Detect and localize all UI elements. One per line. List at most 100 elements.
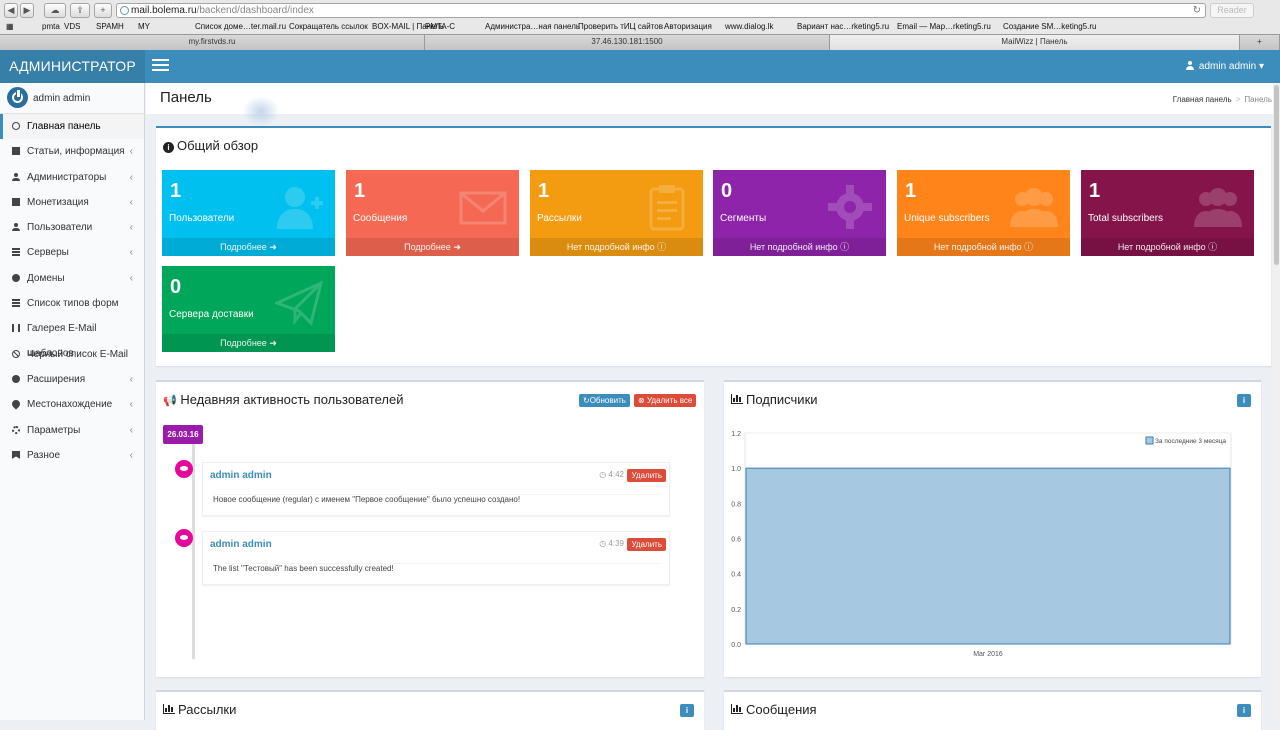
sidebar-item[interactable]: Пользователи ‹ bbox=[0, 215, 144, 240]
breadcrumb: Главная панель > Панель bbox=[1173, 95, 1272, 104]
comment-icon bbox=[175, 460, 193, 478]
icloud-icon[interactable]: ☁ bbox=[44, 3, 66, 18]
timeline-delete-button[interactable]: Удалить bbox=[627, 469, 666, 482]
bookmark-item[interactable]: Проверить тИЦ сайтов bbox=[578, 20, 663, 33]
tile-footer-link[interactable]: Нет подробной инфо ⓘ bbox=[897, 238, 1070, 256]
reader-button[interactable]: Reader bbox=[1210, 3, 1254, 18]
menu-toggle-icon[interactable] bbox=[152, 59, 169, 73]
credit-card-icon bbox=[12, 197, 20, 206]
tile-footer-link[interactable]: Нет подробной инфо ⓘ bbox=[530, 238, 703, 256]
servers-icon bbox=[12, 248, 20, 257]
sidebar-item[interactable]: Главная панель bbox=[0, 114, 144, 140]
tab-bar: my.firstvds.ru 37.46.130.181:1500 MailWizz… bbox=[0, 34, 1280, 50]
sidebar-item[interactable]: Параметры ‹ bbox=[0, 418, 144, 443]
sidebar-item[interactable]: Черный список E-Mail bbox=[0, 342, 144, 367]
sidebar-item[interactable]: Местонахождение ‹ bbox=[0, 392, 144, 417]
power-avatar-icon bbox=[7, 87, 28, 108]
list-icon bbox=[12, 299, 20, 308]
new-tab-button[interactable]: + bbox=[1240, 35, 1280, 50]
info-circle-icon: ⓘ bbox=[654, 242, 667, 252]
bookmark-item[interactable]: Администра…ная панель bbox=[485, 20, 580, 33]
stat-tile[interactable]: 0 Сервера доставки Подробнее ➜ bbox=[162, 266, 335, 352]
bar-chart-icon bbox=[731, 704, 743, 714]
timeline-author[interactable]: admin admin bbox=[210, 470, 272, 481]
bookmark-item[interactable]: Создание SM…keting5.ru bbox=[1003, 20, 1096, 33]
campaigns-info-button[interactable]: i bbox=[680, 704, 694, 717]
sidebar-item[interactable]: Разное ‹ bbox=[0, 443, 144, 468]
stat-tile[interactable]: 1 Рассылки Нет подробной инфо ⓘ bbox=[530, 170, 703, 256]
bookmark-item[interactable]: H bbox=[118, 20, 124, 33]
timeline-message: Новое сообщение (regular) с именем "Перв… bbox=[213, 494, 661, 504]
address-bar[interactable]: mail.bolema.ru/backend/dashboard/index ↻ bbox=[116, 3, 1206, 18]
stat-tile[interactable]: 1 Unique subscribers Нет подробной инфо ⓘ bbox=[897, 170, 1070, 256]
share-icon[interactable]: ⇪ bbox=[70, 3, 90, 18]
tile-footer-label: Подробнее bbox=[220, 338, 267, 348]
tile-value: 1 bbox=[905, 180, 917, 202]
browser-tab[interactable]: MailWizz | Панель bbox=[830, 35, 1240, 50]
bookmark-item[interactable]: SPAM bbox=[96, 20, 118, 33]
sidebar-item[interactable]: Серверы ‹ bbox=[0, 240, 144, 265]
sidebar-item[interactable]: Расширения ‹ bbox=[0, 367, 144, 392]
dashboard-icon bbox=[12, 122, 20, 130]
stat-tile[interactable]: 1 Сообщения Подробнее ➜ bbox=[346, 170, 519, 256]
sidebar-item-label: Статьи, информация bbox=[27, 146, 125, 158]
remove-icon: ⊗ bbox=[638, 396, 645, 405]
tile-label: Unique subscribers bbox=[904, 213, 990, 224]
reload-icon[interactable]: ↻ bbox=[1193, 4, 1201, 17]
user-menu[interactable]: admin admin ▾ bbox=[1185, 50, 1264, 83]
app-logo[interactable]: АДМИНИСТРАТОР bbox=[0, 50, 145, 83]
comment-icon bbox=[175, 529, 193, 547]
bookmarks-grid-icon[interactable]: ▦ bbox=[6, 20, 14, 33]
tile-label: Сегменты bbox=[720, 213, 767, 224]
tile-footer-link[interactable]: Нет подробной инфо ⓘ bbox=[1081, 238, 1254, 256]
tile-footer-link[interactable]: Подробнее ➜ bbox=[162, 334, 335, 352]
plus-circle-icon bbox=[12, 374, 20, 383]
timeline-item: admin admin ◷ 4:39 Удалить The list "Тестов… bbox=[202, 531, 670, 585]
messages-info-button[interactable]: i bbox=[1237, 704, 1251, 717]
sidebar-item[interactable]: Галерея E-Mail шаблонов bbox=[0, 316, 144, 359]
back-button[interactable]: ◀ bbox=[4, 3, 18, 18]
tile-footer-link[interactable]: Подробнее ➜ bbox=[346, 238, 519, 256]
timeline-delete-button[interactable]: Удалить bbox=[627, 538, 666, 551]
bookmark-item[interactable]: Сокращатель ссылок bbox=[289, 20, 368, 33]
forward-button[interactable]: ▶ bbox=[20, 3, 34, 18]
sidebar-item[interactable]: Список типов форм bbox=[0, 291, 144, 316]
new-tab-icon[interactable]: + bbox=[94, 3, 112, 18]
bookmark-item[interactable]: PMTA-C bbox=[425, 20, 455, 33]
delete-all-button[interactable]: ⊗ Удалить все bbox=[634, 394, 697, 407]
bookmark-item[interactable]: Авторизация bbox=[664, 20, 712, 33]
bookmark-item[interactable]: www.dialog.lk bbox=[725, 20, 773, 33]
overview-title: i Общий обзор bbox=[163, 138, 258, 153]
activity-box: 📢 Недавняя активность пользователей ↻Обн… bbox=[156, 380, 704, 677]
refresh-button[interactable]: ↻Обновить bbox=[579, 394, 630, 407]
sidebar-item[interactable]: Монетизация ‹ bbox=[0, 190, 144, 215]
stat-tile[interactable]: 1 Пользователи Подробнее ➜ bbox=[162, 170, 335, 256]
sidebar-item[interactable]: Домены ‹ bbox=[0, 266, 144, 291]
scrollbar-thumb[interactable] bbox=[1274, 85, 1279, 265]
breadcrumb-home[interactable]: Главная панель bbox=[1173, 95, 1232, 104]
bookmark-item[interactable]: Email — Map…rketing5.ru bbox=[897, 20, 991, 33]
bookmark-item[interactable]: Список доме…ter.mail.ru bbox=[195, 20, 286, 33]
site-icon bbox=[120, 6, 129, 15]
tile-value: 0 bbox=[721, 180, 733, 202]
browser-tab[interactable]: my.firstvds.ru bbox=[0, 35, 425, 50]
y-tick-label: 0.2 bbox=[731, 607, 741, 614]
bookmark-item[interactable]: MY bbox=[138, 20, 150, 33]
subscribers-info-button[interactable]: i bbox=[1237, 394, 1251, 407]
page-scrollbar[interactable] bbox=[1273, 83, 1280, 720]
stat-tile[interactable]: 1 Total subscribers Нет подробной инфо ⓘ bbox=[1081, 170, 1254, 256]
tile-footer-link[interactable]: Нет подробной инфо ⓘ bbox=[713, 238, 886, 256]
user-icon bbox=[1185, 61, 1194, 70]
sidebar-item[interactable]: Статьи, информация ‹ bbox=[0, 139, 144, 164]
sidebar-item[interactable]: Администраторы ‹ bbox=[0, 165, 144, 190]
bookmark-item[interactable]: VDS bbox=[64, 20, 80, 33]
arrow-circle-right-icon: ➜ bbox=[266, 338, 277, 348]
bookmark-item[interactable]: pmta bbox=[42, 20, 60, 33]
bookmark-item[interactable]: Вариант нас…rketing5.ru bbox=[797, 20, 889, 33]
stat-tile[interactable]: 0 Сегменты Нет подробной инфо ⓘ bbox=[713, 170, 886, 256]
y-tick-label: 0.4 bbox=[731, 572, 741, 579]
timeline-author[interactable]: admin admin bbox=[210, 539, 272, 550]
subscribers-title-text: Подписчики bbox=[746, 392, 818, 407]
browser-tab[interactable]: 37.46.130.181:1500 bbox=[425, 35, 830, 50]
tile-footer-link[interactable]: Подробнее ➜ bbox=[162, 238, 335, 256]
